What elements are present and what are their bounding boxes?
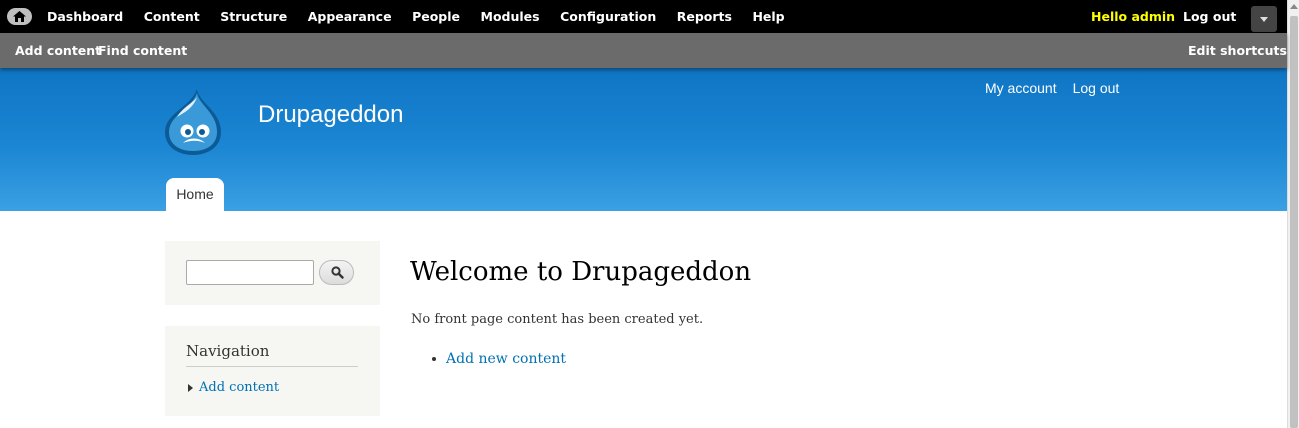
navigation-block: Navigation Add content: [165, 326, 380, 416]
admin-menu-reports[interactable]: Reports: [677, 9, 732, 24]
toolbar-logout-link[interactable]: Log out: [1183, 0, 1236, 33]
search-button[interactable]: [319, 260, 354, 285]
bullet-icon: [432, 357, 436, 361]
content-link-list: Add new content: [432, 351, 566, 367]
secondary-menu: My account Log out: [985, 80, 1135, 96]
scroll-thumb[interactable]: [1290, 16, 1298, 428]
site-header: Drupageddon My account Log out Home: [0, 68, 1287, 211]
edit-shortcuts-link[interactable]: Edit shortcuts: [1188, 43, 1287, 58]
admin-menu-people[interactable]: People: [412, 9, 460, 24]
search-icon: [331, 266, 344, 279]
drupal-drop-icon: [165, 89, 221, 155]
search-block: [165, 241, 380, 305]
tab-home[interactable]: Home: [166, 178, 224, 211]
admin-menu: Dashboard Content Structure Appearance P…: [47, 0, 805, 33]
admin-menu-dashboard[interactable]: Dashboard: [47, 9, 123, 24]
nav-item-add-content[interactable]: Add content: [188, 380, 279, 395]
admin-menu-help[interactable]: Help: [752, 9, 784, 24]
shortcuts-bar: Add content Find content Edit shortcuts: [0, 33, 1287, 68]
chevron-down-icon: [1260, 17, 1268, 22]
site-name[interactable]: Drupageddon: [258, 101, 403, 129]
site-logo[interactable]: [163, 87, 223, 161]
admin-menu-appearance[interactable]: Appearance: [308, 9, 392, 24]
home-icon: [13, 11, 26, 22]
admin-toolbar: Dashboard Content Structure Appearance P…: [0, 0, 1287, 33]
hello-user: Hello admin: [1091, 0, 1175, 33]
add-new-content-link[interactable]: Add new content: [446, 351, 566, 367]
search-input[interactable]: [186, 260, 314, 285]
vertical-scrollbar[interactable]: [1287, 0, 1299, 428]
shortcut-find-content[interactable]: Find content: [98, 43, 187, 58]
admin-menu-modules[interactable]: Modules: [481, 9, 540, 24]
my-account-link[interactable]: My account: [985, 80, 1057, 96]
scroll-up-arrow-icon[interactable]: [1290, 4, 1298, 9]
navigation-title: Navigation: [186, 342, 358, 367]
hello-prefix: Hello: [1091, 9, 1128, 24]
admin-menu-content[interactable]: Content: [144, 9, 200, 24]
admin-menu-configuration[interactable]: Configuration: [560, 9, 656, 24]
username-link[interactable]: admin: [1131, 9, 1175, 24]
home-button[interactable]: [7, 8, 32, 25]
intro-text: No front page content has been created y…: [411, 312, 704, 327]
shortcuts-toggle-button[interactable]: [1251, 6, 1277, 32]
page-title: Welcome to Drupageddon: [410, 257, 752, 287]
shortcut-add-content[interactable]: Add content: [15, 43, 101, 58]
admin-menu-structure[interactable]: Structure: [220, 9, 287, 24]
nav-item-label[interactable]: Add content: [199, 380, 279, 395]
caret-right-icon: [188, 383, 193, 392]
header-logout-link[interactable]: Log out: [1073, 80, 1120, 96]
